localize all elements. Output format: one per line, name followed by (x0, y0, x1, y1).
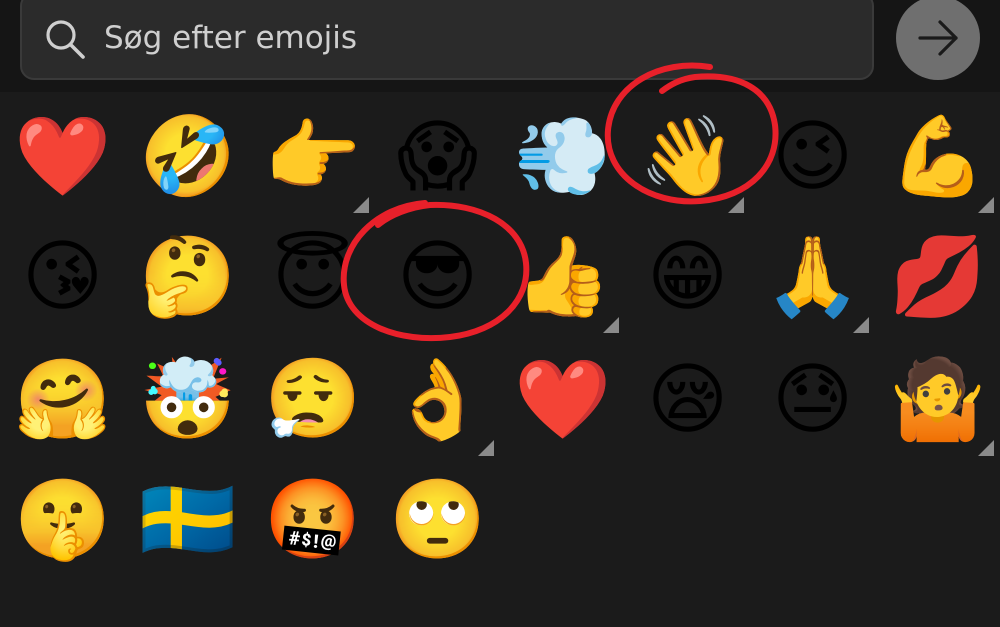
submit-button[interactable] (896, 0, 980, 80)
emoji-glyph: 🙏 (763, 231, 862, 322)
emoji-rolling-on-floor-laughing[interactable]: 🤣 (125, 94, 250, 219)
emoji-glyph: 😱 (396, 111, 479, 202)
emoji-glyph: 🤣 (138, 111, 237, 202)
emoji-hugging-face[interactable]: 🤗 (0, 337, 125, 462)
emoji-thumbs-up[interactable]: 👍 (500, 214, 625, 339)
search-box[interactable] (20, 0, 874, 80)
emoji-exploding-head[interactable]: 🤯 (125, 337, 250, 462)
emoji-glyph: 😓 (771, 354, 854, 445)
emoji-face-blowing-kiss[interactable]: 😘 (0, 214, 125, 339)
emoji-glyph: 🤬 (263, 474, 362, 565)
skin-tone-variants-indicator (728, 197, 744, 213)
emoji-glyph: 🤔 (138, 231, 237, 322)
emoji-glyph: 💨 (513, 111, 612, 202)
emoji-glyph: 👍 (513, 231, 612, 322)
emoji-glyph: 🤫 (13, 474, 112, 565)
search-bar (0, 0, 1000, 92)
arrow-right-icon (918, 20, 958, 56)
skin-tone-variants-indicator (978, 197, 994, 213)
emoji-beaming-face[interactable]: 😁 (625, 214, 750, 339)
emoji-downcast-face-with-sweat[interactable]: 😓 (750, 337, 875, 462)
emoji-grid: ❤️ 🤣 👉 😱 💨 👋 😉 💪 😘 🤔 😇 😎 👍 😁 🙏 💋 🤗 🤯 😮‍💨 👌 ❤️ 😪 😓 🤷 🤫 🇸🇪 🤬 🙄 (0, 92, 1000, 627)
emoji-thinking-face[interactable]: 🤔 (125, 214, 250, 339)
emoji-ok-hand[interactable]: 👌 (375, 337, 500, 462)
emoji-kiss-mark[interactable]: 💋 (875, 214, 1000, 339)
emoji-glyph: ❤️ (513, 354, 612, 445)
emoji-person-shrugging[interactable]: 🤷 (875, 337, 1000, 462)
skin-tone-variants-indicator (353, 197, 369, 213)
emoji-glyph: 🤗 (13, 354, 112, 445)
emoji-smiling-face-with-halo[interactable]: 😇 (250, 214, 375, 339)
emoji-face-with-symbols-on-mouth[interactable]: 🤬 (250, 457, 375, 582)
emoji-smiling-face-with-sunglasses[interactable]: 😎 (375, 214, 500, 339)
emoji-glyph: 😎 (396, 231, 479, 322)
emoji-glyph: 🤯 (138, 354, 237, 445)
emoji-glyph: 😘 (21, 231, 104, 322)
emoji-red-heart-2[interactable]: ❤️ (500, 337, 625, 462)
emoji-flag-sweden[interactable]: 🇸🇪 (125, 457, 250, 582)
skin-tone-variants-indicator (853, 317, 869, 333)
emoji-glyph: 🙄 (388, 474, 487, 565)
emoji-face-exhaling[interactable]: 😮‍💨 (250, 337, 375, 462)
skin-tone-variants-indicator (603, 317, 619, 333)
emoji-glyph: 👌 (388, 354, 487, 445)
emoji-dashing-away[interactable]: 💨 (500, 94, 625, 219)
emoji-glyph: ❤️ (13, 111, 112, 202)
search-icon (44, 18, 86, 60)
emoji-glyph: 😇 (271, 231, 354, 322)
emoji-waving-hand[interactable]: 👋 (625, 94, 750, 219)
emoji-sleepy-face[interactable]: 😪 (625, 337, 750, 462)
skin-tone-variants-indicator (978, 440, 994, 456)
emoji-glyph: 💋 (888, 231, 987, 322)
emoji-screaming-in-fear[interactable]: 😱 (375, 94, 500, 219)
emoji-glyph: 😮‍💨 (263, 354, 362, 445)
emoji-winking-face[interactable]: 😉 (750, 94, 875, 219)
emoji-glyph: 👋 (638, 111, 737, 202)
emoji-flexed-biceps[interactable]: 💪 (875, 94, 1000, 219)
emoji-shushing-face[interactable]: 🤫 (0, 457, 125, 582)
emoji-glyph: 😉 (771, 111, 854, 202)
emoji-glyph: 💪 (888, 111, 987, 202)
emoji-face-with-rolling-eyes[interactable]: 🙄 (375, 457, 500, 582)
emoji-glyph: 🤷 (888, 354, 987, 445)
emoji-glyph: 😁 (646, 231, 729, 322)
emoji-red-heart[interactable]: ❤️ (0, 94, 125, 219)
emoji-folded-hands[interactable]: 🙏 (750, 214, 875, 339)
emoji-glyph: 😪 (646, 354, 729, 445)
skin-tone-variants-indicator (478, 440, 494, 456)
emoji-glyph: 👉 (263, 111, 362, 202)
search-input[interactable] (104, 14, 844, 62)
emoji-glyph: 🇸🇪 (138, 474, 237, 565)
emoji-pointing-right[interactable]: 👉 (250, 94, 375, 219)
